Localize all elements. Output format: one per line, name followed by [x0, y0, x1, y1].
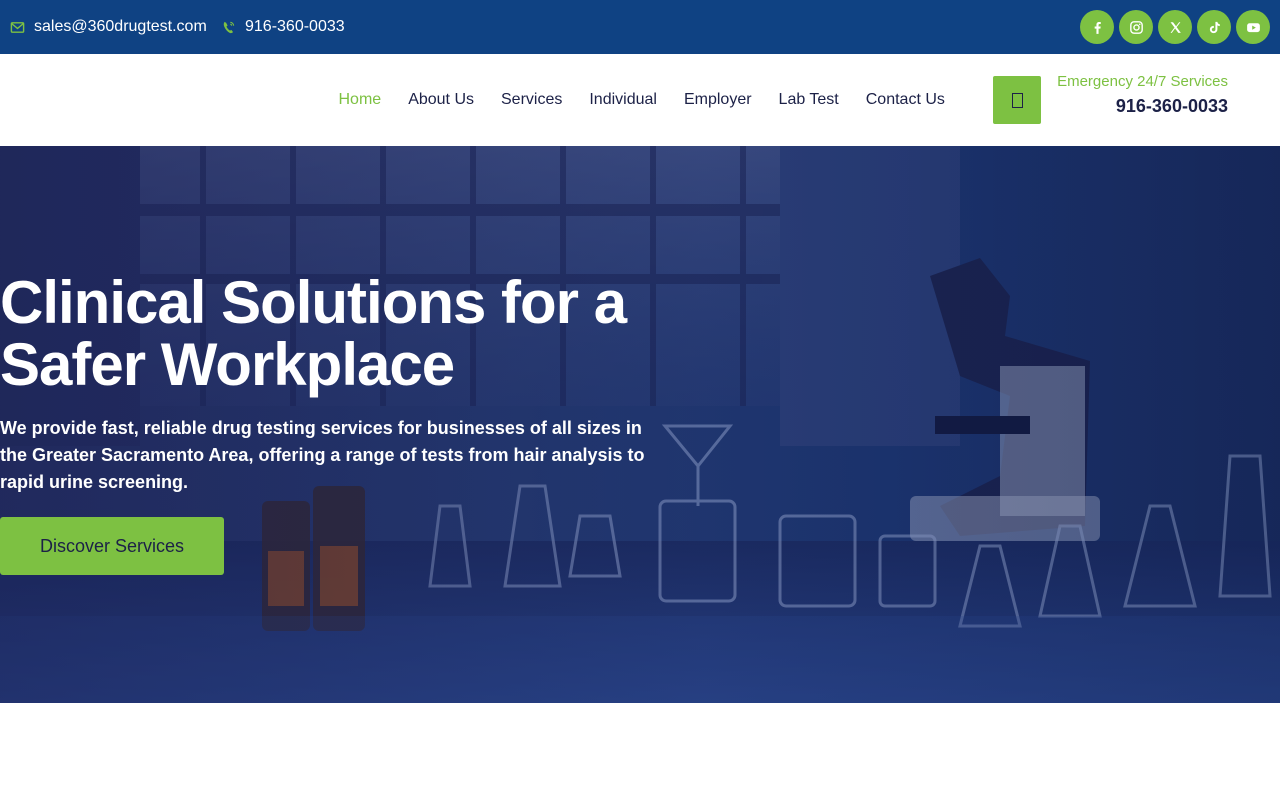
nav-home[interactable]: Home	[325, 91, 395, 109]
phone-text: 916-360-0033	[245, 18, 345, 35]
tiktok-icon[interactable]	[1197, 10, 1231, 44]
nav-individual[interactable]: Individual	[576, 91, 671, 109]
nav-about-us[interactable]: About Us	[395, 91, 488, 109]
nav-lab-test[interactable]: Lab Test	[765, 91, 852, 109]
emergency-phone-link[interactable]: 916-360-0033	[1116, 96, 1228, 117]
mail-icon	[10, 20, 25, 35]
discover-services-button[interactable]: Discover Services	[0, 517, 224, 575]
instagram-icon[interactable]	[1119, 10, 1153, 44]
email-link[interactable]: sales@360drugtest.com	[10, 0, 207, 54]
phone-link[interactable]: 916-360-0033	[221, 0, 345, 54]
missing-glyph-icon	[1011, 92, 1023, 108]
hero-section: Clinical Solutions for a Safer Workplace…	[0, 146, 1280, 703]
nav-services[interactable]: Services	[488, 91, 576, 109]
main-nav: Home About Us Services Individual Employ…	[325, 54, 958, 146]
nav-employer[interactable]: Employer	[670, 91, 765, 109]
youtube-icon[interactable]	[1236, 10, 1270, 44]
emergency-label: Emergency 24/7 Services	[1057, 73, 1228, 90]
emergency-call-button[interactable]	[993, 76, 1041, 124]
email-text: sales@360drugtest.com	[34, 18, 207, 35]
site-header: Home About Us Services Individual Employ…	[0, 54, 1280, 146]
x-icon[interactable]	[1158, 10, 1192, 44]
facebook-icon[interactable]	[1080, 10, 1114, 44]
hero-title: Clinical Solutions for a Safer Workplace	[0, 269, 627, 398]
nav-contact-us[interactable]: Contact Us	[852, 91, 958, 109]
social-links	[1080, 10, 1270, 44]
hero-subtitle: We provide fast, reliable drug testing s…	[0, 418, 645, 492]
phone-icon	[221, 20, 236, 35]
top-contact-bar: sales@360drugtest.com 916-360-0033	[0, 0, 1280, 54]
